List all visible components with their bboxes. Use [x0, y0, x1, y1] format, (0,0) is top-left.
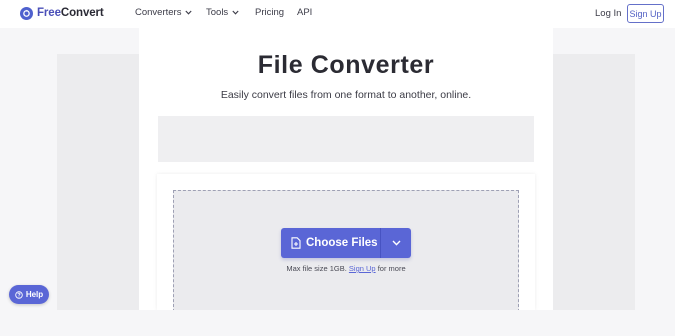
page-subtitle: Easily convert files from one format to … — [220, 89, 472, 101]
choose-files-button[interactable]: Choose Files — [281, 228, 380, 258]
nav-api[interactable]: API — [297, 7, 312, 18]
help-circle-icon — [15, 290, 23, 299]
nav-converters-label: Converters — [135, 7, 182, 18]
upload-source-dropdown[interactable] — [381, 228, 411, 258]
logo-text: FreeConvert — [37, 7, 104, 19]
nav-tools-label: Tools — [206, 7, 229, 18]
top-navbar: FreeConvert Converters Tools Pricing API… — [0, 0, 675, 28]
page-title: File Converter — [257, 51, 435, 79]
help-button[interactable]: Help — [9, 285, 49, 304]
ad-placeholder-left — [57, 54, 139, 310]
choose-files-button-group: Choose Files — [281, 228, 411, 258]
nav-converters[interactable]: Converters — [135, 7, 193, 18]
ad-placeholder-banner — [158, 116, 534, 162]
help-label: Help — [25, 290, 44, 299]
choose-files-label: Choose Files — [306, 237, 378, 249]
nav-pricing[interactable]: Pricing — [255, 7, 284, 18]
logo[interactable]: FreeConvert — [20, 6, 104, 20]
file-add-icon — [291, 237, 301, 249]
ad-placeholder-right — [553, 54, 635, 310]
page-bottom — [0, 310, 675, 336]
logo-icon — [20, 6, 33, 20]
nav-api-label: API — [297, 7, 313, 18]
signup-button[interactable]: Sign Up — [627, 4, 664, 23]
max-file-size-note: Max file size 1GB. Sign Up for more — [173, 264, 519, 273]
chevron-down-icon — [185, 10, 193, 15]
chevron-down-icon — [391, 240, 401, 246]
login-link[interactable]: Log In — [595, 8, 621, 19]
nav-pricing-label: Pricing — [255, 7, 285, 18]
nav-tools[interactable]: Tools — [206, 7, 239, 18]
max-file-size-suffix: for more — [377, 264, 406, 273]
signup-link[interactable]: Sign Up — [349, 264, 376, 273]
chevron-down-icon — [232, 10, 239, 15]
max-file-size-text: Max file size 1GB. — [286, 264, 347, 273]
